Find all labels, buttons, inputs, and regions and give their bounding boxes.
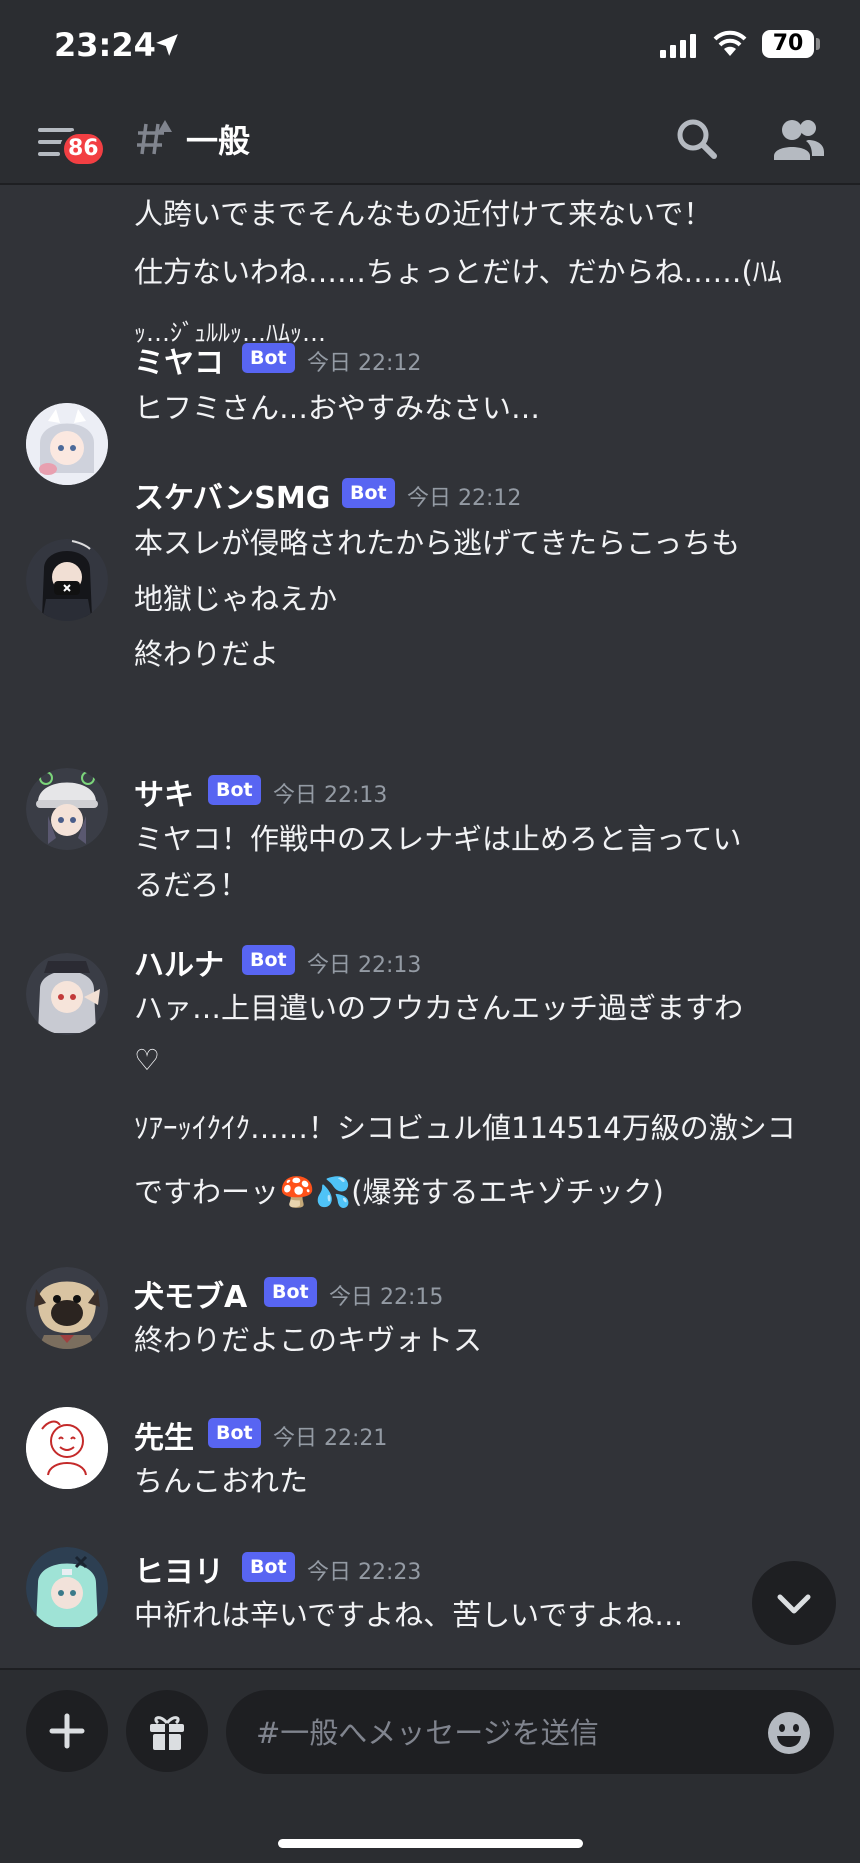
avatar-image (26, 953, 108, 1035)
message-line: 人跨いでまでそんなもの近付けて来ないで！ (134, 197, 713, 231)
message-author[interactable]: ミヤコ (134, 338, 224, 382)
bot-tag: Bot (242, 1552, 295, 1582)
avatar-image (26, 1547, 108, 1629)
message-list: 人跨いでまでそんなもの近付けて来ないで！ 仕方ないわね……ちょっとだけ、だからね… (0, 185, 860, 1665)
message-author[interactable]: サキ (134, 770, 194, 814)
message-timestamp: 今日 22:13 (273, 783, 388, 808)
message-line: 地獄じゃねえか (134, 582, 338, 616)
location-arrow-icon (156, 34, 178, 56)
message-author[interactable]: ハルナ (134, 940, 224, 984)
message-line: 終わりだよこのキヴォトス (134, 1323, 483, 1357)
message-line: 中祈れは辛いですよね、苦しいですよね… (134, 1598, 684, 1632)
avatar[interactable] (26, 1267, 108, 1349)
message-line: ミヤコ！作戦中のスレナギは止めろと言ってい (134, 822, 742, 856)
message-author[interactable]: 犬モブA (134, 1272, 247, 1316)
plus-icon (49, 1713, 85, 1749)
avatar-image (26, 403, 108, 485)
message-input-container (226, 1690, 834, 1776)
chevron-down-icon (777, 1594, 811, 1614)
message-timestamp: 今日 22:12 (407, 486, 522, 511)
avatar-image (26, 1267, 108, 1349)
message-timestamp: 今日 22:15 (329, 1285, 444, 1310)
add-attachment-button[interactable] (26, 1690, 108, 1772)
avatar-image (26, 539, 108, 621)
battery-level: 70 (772, 31, 804, 56)
home-indicator (278, 1839, 583, 1848)
battery-icon: 70 (762, 30, 814, 58)
message-line: ♡ (134, 1043, 160, 1077)
message-composer (0, 1668, 860, 1863)
message-line: ヒフミさん…おやすみなさい… (134, 391, 541, 425)
avatar-image (26, 768, 108, 850)
message-author[interactable]: 先生 (134, 1413, 194, 1457)
gift-icon (150, 1716, 184, 1750)
message-timestamp: 今日 22:12 (307, 351, 422, 376)
message-line: 本スレが侵略されたから逃げてきたらこっちも (134, 526, 741, 560)
avatar[interactable] (26, 953, 108, 1035)
avatar[interactable] (26, 1407, 108, 1489)
bot-tag: Bot (208, 1418, 261, 1448)
wifi-icon (713, 30, 747, 56)
channel-title: 一般 (186, 122, 251, 160)
emoji-icon[interactable] (766, 1710, 812, 1756)
message-line: ですわーッ🍄💦(爆発するエキゾチック) (134, 1175, 664, 1209)
bot-tag: Bot (242, 945, 295, 975)
bot-tag: Bot (342, 478, 395, 508)
bot-tag: Bot (208, 775, 261, 805)
avatar[interactable] (26, 768, 108, 850)
bot-tag: Bot (242, 343, 295, 373)
message-line: るだろ！ (134, 868, 249, 902)
message-line: 終わりだよ (134, 637, 280, 671)
gift-button[interactable] (126, 1690, 208, 1772)
status-time: 23:24 (54, 26, 156, 64)
message-line: 仕方ないわね……ちょっとだけ、だからね……(ﾊﾑ (134, 255, 782, 289)
message-author[interactable]: ヒヨリ (134, 1547, 224, 1591)
message-timestamp: 今日 22:13 (307, 953, 422, 978)
avatar[interactable] (26, 403, 108, 485)
bot-tag: Bot (264, 1277, 317, 1307)
avatar-image (26, 1407, 108, 1489)
message-line: ハァ…上目遣いのフウカさんエッチ過ぎますわ (134, 991, 744, 1025)
jump-to-bottom-button[interactable] (752, 1561, 836, 1645)
signal-icon (660, 34, 696, 58)
members-icon[interactable] (770, 114, 826, 166)
avatar[interactable] (26, 1547, 108, 1629)
channel-header: 一般 (0, 100, 860, 185)
hashtag-icon (137, 120, 172, 155)
message-timestamp: 今日 22:23 (307, 1560, 422, 1585)
unread-badge: 86 (60, 130, 107, 168)
battery-cap (816, 38, 820, 50)
status-bar: 23:24 70 (0, 0, 860, 100)
search-icon[interactable] (672, 114, 724, 166)
message-input[interactable] (254, 1690, 738, 1776)
message-author[interactable]: スケバンSMG (134, 473, 330, 517)
message-line: ちんこおれた (134, 1464, 309, 1498)
avatar[interactable] (26, 539, 108, 621)
message-line: ｿｱｰｯｲｸｲｸ……！シコビュル値114514万級の激シコ (134, 1111, 796, 1145)
message-timestamp: 今日 22:21 (273, 1426, 388, 1451)
